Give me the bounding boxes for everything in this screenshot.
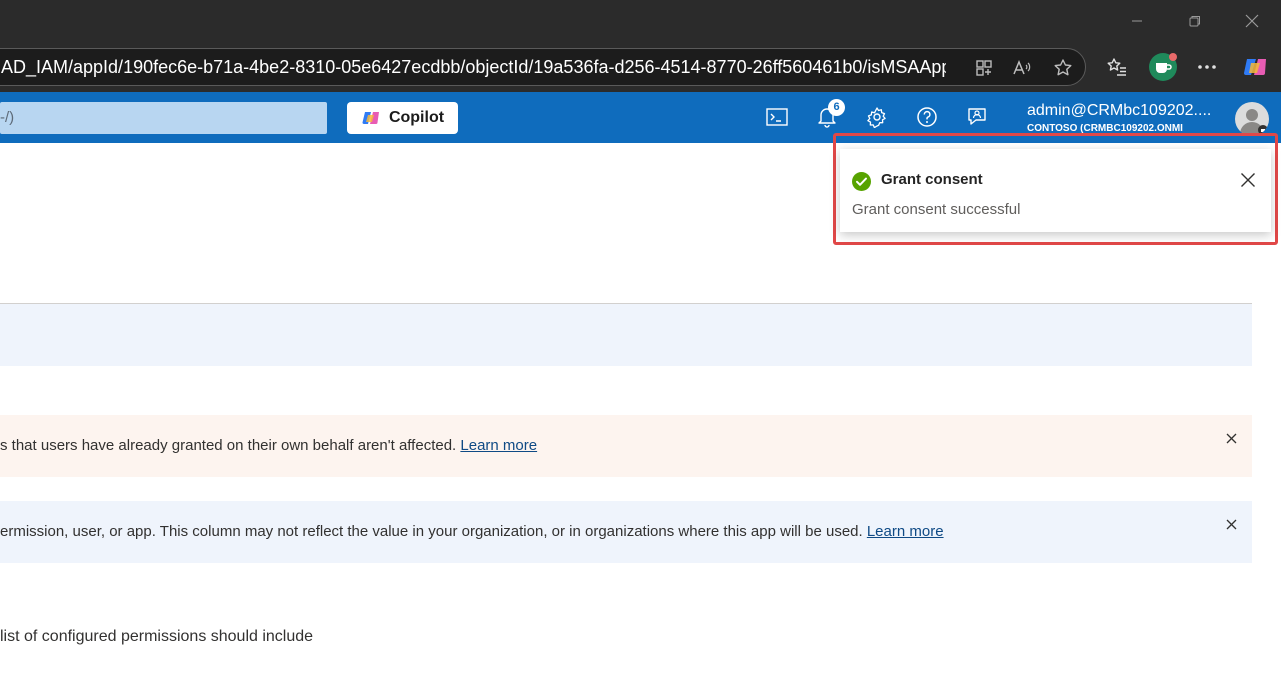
- apps-grid-icon: [976, 60, 992, 76]
- feedback-icon: [968, 108, 986, 125]
- warning-message-bar: s that users have already granted on the…: [0, 415, 1252, 477]
- user-icon: [1240, 109, 1268, 135]
- info-message: ermission, user, or app. This column may…: [0, 501, 944, 563]
- restore-icon: [1189, 16, 1200, 27]
- gear-icon: [867, 107, 886, 128]
- star-icon: [1054, 59, 1072, 76]
- warning-message: s that users have already granted on the…: [0, 415, 537, 477]
- info-message-bar: ermission, user, or app. This column may…: [0, 501, 1252, 563]
- coffee-extension-icon: [1149, 53, 1177, 81]
- avatar[interactable]: [1235, 102, 1269, 136]
- close-icon: [1226, 519, 1236, 529]
- notification-count-badge: 6: [828, 99, 845, 116]
- favorite-button[interactable]: [1052, 57, 1074, 79]
- more-icon: [1198, 65, 1216, 69]
- close-icon: [1245, 14, 1259, 28]
- copilot-icon: [362, 112, 379, 124]
- copilot-browser-button[interactable]: [1240, 52, 1270, 82]
- favorites-button[interactable]: [1104, 54, 1130, 80]
- help-button[interactable]: [913, 103, 941, 131]
- copilot-button[interactable]: Copilot: [347, 102, 458, 134]
- cloud-shell-button[interactable]: [763, 103, 791, 131]
- settings-more-button[interactable]: [1194, 54, 1220, 80]
- help-icon: [917, 107, 937, 127]
- read-aloud-button[interactable]: [1011, 57, 1033, 79]
- warning-text: s that users have already granted on the…: [0, 437, 461, 454]
- close-icon: [1241, 173, 1255, 187]
- profile-extension-button[interactable]: [1148, 52, 1178, 82]
- minimize-button[interactable]: [1108, 0, 1166, 42]
- feedback-button[interactable]: [963, 103, 991, 131]
- address-bar[interactable]: AD_IAM/appId/190fec6e-b71a-4be2-8310-05e…: [0, 48, 1086, 86]
- permissions-description: list of configured permissions should in…: [0, 628, 314, 645]
- copilot-button-label: Copilot: [388, 109, 445, 126]
- account-name[interactable]: admin@CRMbc109202....: [1027, 102, 1211, 120]
- info-band: [0, 304, 1252, 366]
- close-icon: [1226, 433, 1236, 443]
- toast-title: Grant consent: [881, 171, 983, 188]
- info-dismiss-button[interactable]: [1222, 515, 1240, 533]
- app-available-button[interactable]: [973, 57, 995, 79]
- settings-button[interactable]: [863, 103, 891, 131]
- favorites-list-icon: [1107, 58, 1126, 76]
- copilot-icon: [1244, 59, 1266, 75]
- toast-message: Grant consent successful: [852, 201, 1021, 218]
- read-aloud-icon: [1013, 60, 1031, 75]
- info-text: ermission, user, or app. This column may…: [0, 523, 867, 540]
- close-window-button[interactable]: [1223, 0, 1281, 42]
- toast-close-button[interactable]: [1238, 170, 1258, 190]
- terminal-icon: [766, 108, 788, 126]
- minimize-icon: [1132, 20, 1142, 22]
- search-input-text[interactable]: -/): [0, 102, 14, 134]
- warning-dismiss-button[interactable]: [1222, 429, 1240, 447]
- info-learn-more-link[interactable]: Learn more: [867, 523, 944, 540]
- browser-title-bar: [0, 0, 1281, 42]
- success-check-icon: [852, 172, 871, 191]
- portal-search-box[interactable]: -/): [0, 102, 327, 134]
- grant-consent-toast: Grant consent Grant consent successful: [840, 149, 1271, 232]
- browser-toolbar: AD_IAM/appId/190fec6e-b71a-4be2-8310-05e…: [0, 42, 1281, 92]
- url-text[interactable]: AD_IAM/appId/190fec6e-b71a-4be2-8310-05e…: [1, 49, 946, 85]
- restore-button[interactable]: [1166, 0, 1224, 42]
- warning-learn-more-link[interactable]: Learn more: [460, 437, 537, 454]
